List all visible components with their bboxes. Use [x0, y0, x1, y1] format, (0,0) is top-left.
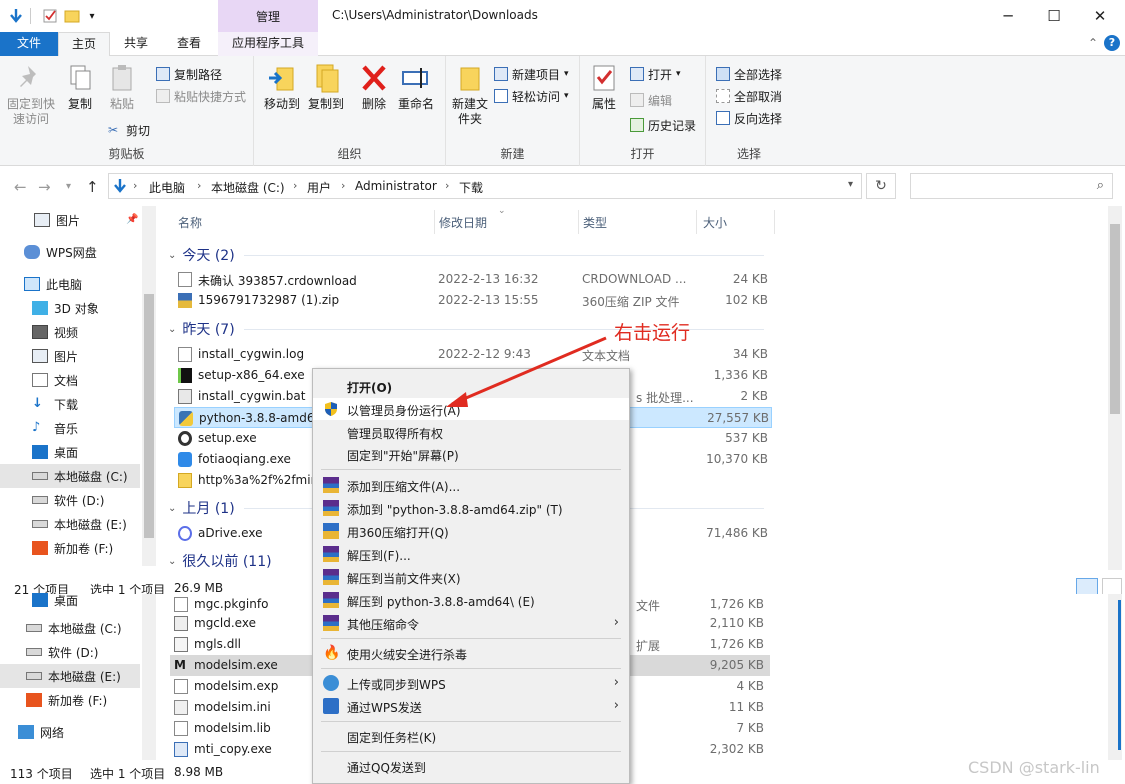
annotation-arrow — [446, 336, 607, 407]
watermark: CSDN @stark-lin — [968, 758, 1100, 777]
annotation-callout: 右击运行 — [614, 322, 691, 344]
